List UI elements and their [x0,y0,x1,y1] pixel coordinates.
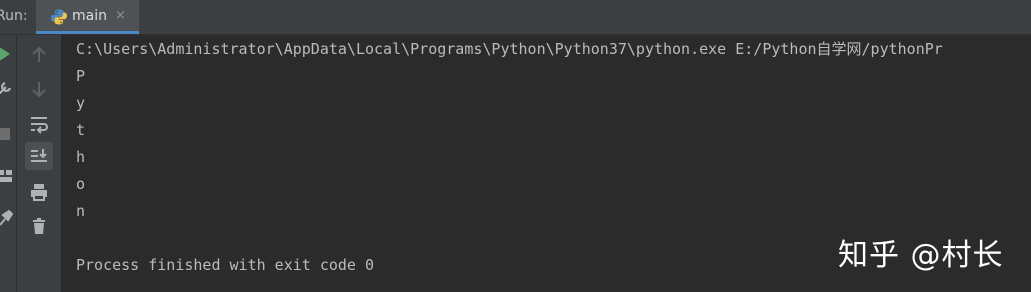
output-line: h [76,148,86,166]
tab-main[interactable]: main × [36,0,139,34]
scroll-to-end-icon[interactable] [25,142,53,170]
console-toolbar [17,35,62,292]
arrow-up-icon[interactable] [25,41,53,69]
python-file-icon [50,8,68,26]
trash-icon[interactable] [25,212,53,240]
arrow-down-icon[interactable] [25,75,53,103]
run-label: Run: [0,8,28,24]
exit-message: Process finished with exit code 0 [76,256,375,274]
output-line: t [76,121,86,139]
output-line: o [76,175,86,193]
watermark: 知乎 @村长 [838,238,1004,273]
output-line: P [76,67,86,85]
run-toolwindow-header: Run: main × [0,0,1031,35]
tab-label: main [72,8,107,24]
run-actions-strip [0,35,17,292]
output-line: y [76,94,86,112]
output-line: n [76,202,86,220]
close-icon[interactable]: × [115,8,126,23]
run-command-line: C:\Users\Administrator\AppData\Local\Pro… [76,40,943,58]
print-icon[interactable] [25,178,53,206]
soft-wrap-icon[interactable] [25,110,53,138]
